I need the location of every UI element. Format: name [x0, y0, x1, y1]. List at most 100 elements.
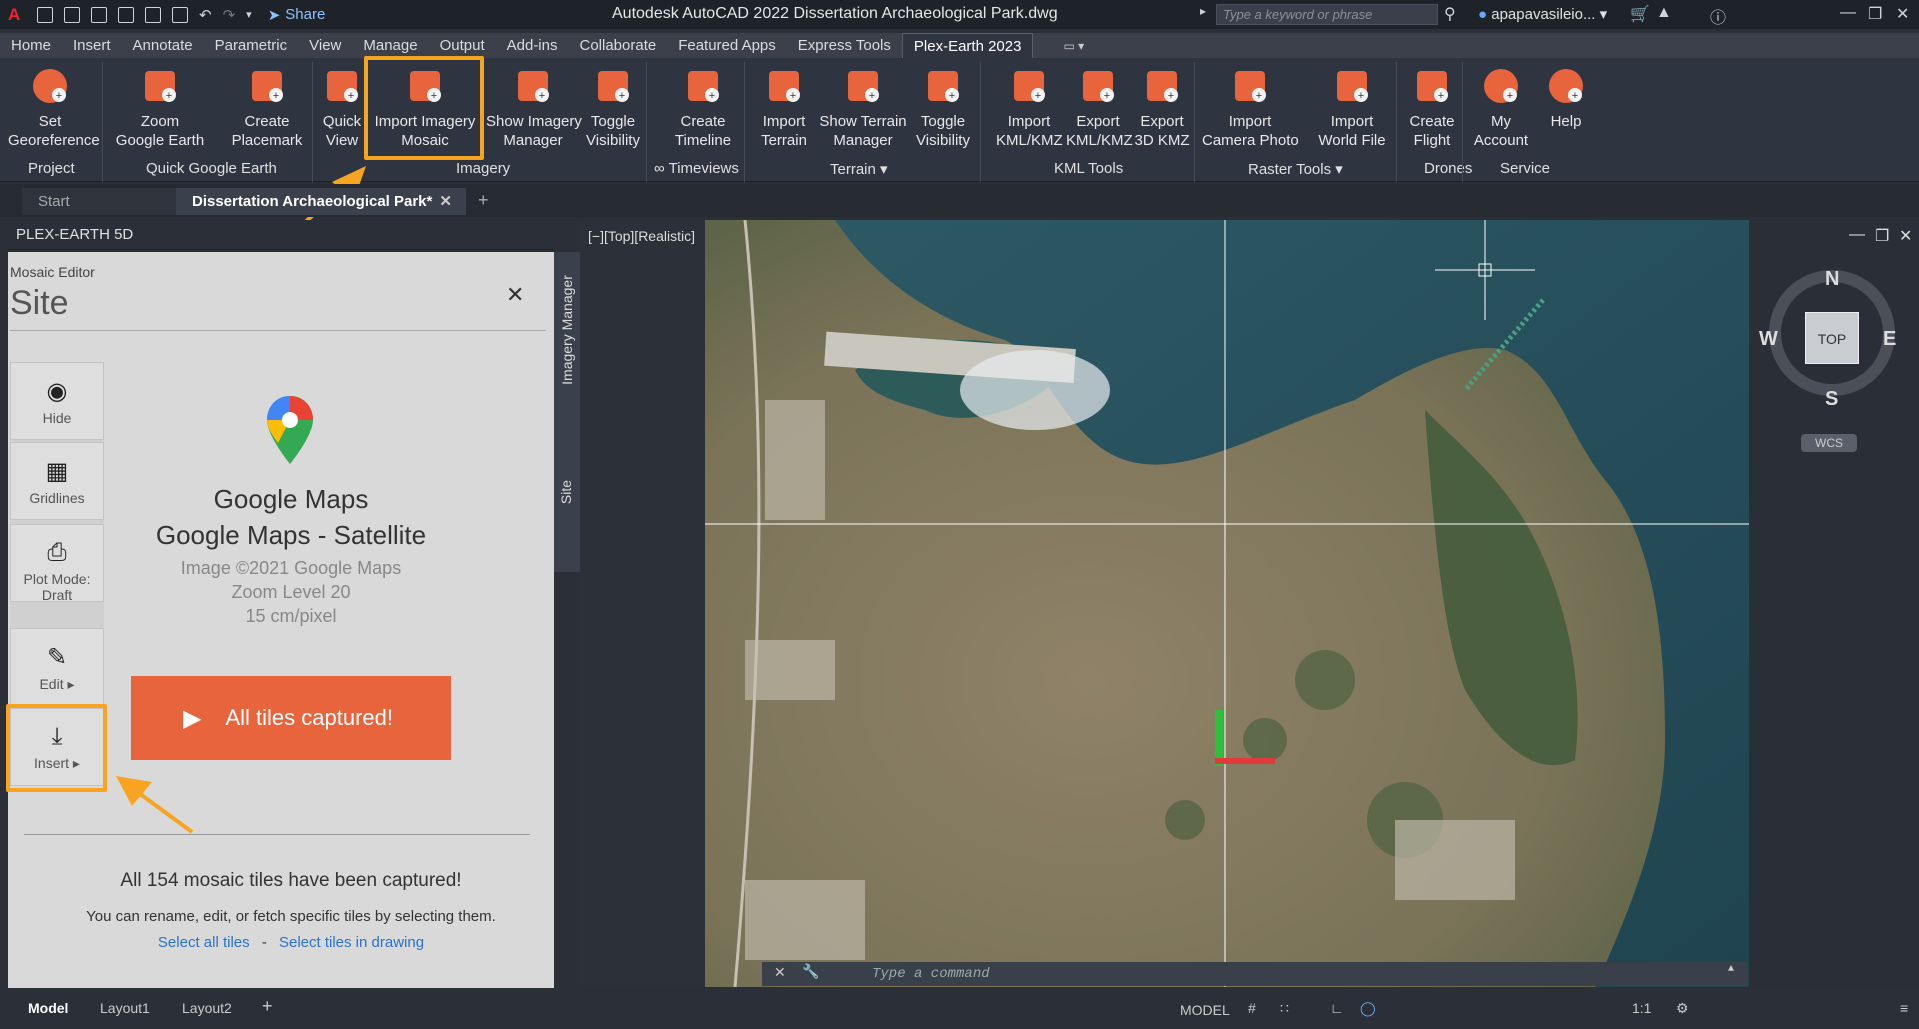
annotation-scale[interactable]: 1:1 [1632, 1000, 1651, 1016]
viewcube-top[interactable]: TOP [1805, 312, 1859, 364]
tab-layout2[interactable]: Layout2 [182, 1000, 232, 1016]
import-kml-button[interactable]: + Import KML/KMZ [996, 66, 1063, 150]
workspace-gear-icon[interactable]: ⚙ [1676, 1000, 1689, 1017]
connect-icon[interactable]: ▲ [1656, 4, 1672, 22]
account-button[interactable]: + My Account [1468, 66, 1534, 150]
viewport-restore-icon[interactable]: ❐ [1875, 226, 1889, 246]
cmd-history-icon[interactable]: ▲ [1728, 964, 1734, 975]
menu-tab-plex-earth-2023[interactable]: Plex-Earth 2023 [901, 33, 1034, 58]
menu-tab-annotate[interactable]: Annotate [122, 33, 204, 58]
tab-site[interactable]: Site [558, 472, 574, 512]
menu-tab-insert[interactable]: Insert [62, 33, 122, 58]
imagery-manager-button[interactable]: + Show Imagery Manager [486, 66, 582, 150]
camera-photo-button[interactable]: + Import Camera Photo [1202, 66, 1299, 150]
new-file-icon[interactable] [37, 6, 53, 23]
tab-document[interactable]: Dissertation Archaeological Park* ✕ [176, 188, 466, 215]
terrain-manager-button[interactable]: + Show Terrain Manager [816, 66, 910, 150]
customize-dropdown-icon[interactable]: ▾ [246, 8, 252, 21]
panel-label-0[interactable]: Project [28, 160, 75, 177]
print-icon[interactable] [172, 6, 188, 23]
quick-view-button[interactable]: + Quick View [320, 66, 364, 150]
save-as-icon[interactable] [118, 6, 134, 23]
ribbon-display-toggle-icon[interactable]: ▭ ▾ [1063, 39, 1084, 53]
help-button[interactable]: + Help [1544, 66, 1588, 131]
menu-tab-collaborate[interactable]: Collaborate [568, 33, 667, 58]
model-space-button[interactable]: MODEL [1180, 1002, 1230, 1018]
chevron-right-icon[interactable]: ▸ [1200, 4, 1206, 18]
panel-label-8[interactable]: Service [1500, 160, 1550, 177]
placemark-button[interactable]: + Create Placemark [222, 66, 312, 150]
command-input[interactable]: Type a command [872, 966, 990, 982]
tab-layout1[interactable]: Layout1 [100, 1000, 150, 1016]
tool-eye[interactable]: ◉ Hide [10, 362, 104, 440]
zoom-google-earth-button[interactable]: + Zoom Google Earth [108, 66, 212, 150]
close-cmd-icon[interactable]: ✕ [774, 964, 786, 981]
restore-window-icon[interactable]: ❐ [1868, 4, 1882, 24]
close-window-icon[interactable]: ✕ [1896, 4, 1909, 24]
menu-tab-express-tools[interactable]: Express Tools [787, 33, 902, 58]
redo-icon[interactable]: ↷ [223, 6, 236, 24]
panel-label-4[interactable]: Terrain ▾ [830, 160, 888, 178]
panel-label-1[interactable]: Quick Google Earth [146, 160, 277, 177]
world-file-button[interactable]: + Import World File [1310, 66, 1394, 150]
share-button[interactable]: ➤ Share [268, 6, 326, 24]
viewport-controls[interactable]: [−][Top][Realistic] [588, 228, 695, 244]
tab-start[interactable]: Start [22, 188, 176, 215]
polar-icon[interactable]: ◯ [1360, 1000, 1376, 1017]
grid-toggle-icon[interactable]: # [1248, 1000, 1256, 1016]
menu-tab-output[interactable]: Output [429, 33, 496, 58]
export-kml-button[interactable]: + Export KML/KMZ [1066, 66, 1133, 150]
search-icon[interactable]: ⚲ [1444, 4, 1456, 24]
select-all-tiles-link[interactable]: Select all tiles [158, 934, 250, 951]
tab-model[interactable]: Model [28, 1000, 68, 1016]
help-circle-icon[interactable]: ⓘ [1710, 4, 1726, 28]
minimize-window-icon[interactable]: — [1840, 4, 1856, 22]
wcs-menu[interactable]: WCS [1801, 434, 1857, 452]
customize-status-icon[interactable]: ≡ [1900, 1000, 1908, 1016]
satellite-imagery-viewport[interactable] [705, 220, 1749, 987]
panel-label-5[interactable]: KML Tools [1054, 160, 1123, 177]
open-file-icon[interactable] [64, 6, 80, 23]
user-account[interactable]: ● apapavasileio... ▾ [1478, 5, 1607, 23]
cart-icon[interactable]: 🛒 [1630, 4, 1650, 24]
search-input[interactable]: Type a keyword or phrase [1216, 4, 1438, 25]
tool-pencil[interactable]: ✎ Edit ▸ [10, 628, 104, 706]
close-tab-icon[interactable]: ✕ [439, 188, 452, 215]
viewport-close-icon[interactable]: ✕ [1899, 226, 1912, 246]
undo-icon[interactable]: ↶ [199, 6, 212, 24]
new-tab-icon[interactable]: + [478, 190, 489, 211]
save-icon[interactable] [91, 6, 107, 23]
add-layout-icon[interactable]: + [262, 996, 273, 1017]
zoom-level-text: Zoom Level 20 [231, 582, 351, 602]
export-3d-kmz-button[interactable]: + Export 3D KMZ [1130, 66, 1194, 150]
select-tiles-in-drawing-link[interactable]: Select tiles in drawing [279, 934, 424, 951]
wrench-icon[interactable]: 🔧 [802, 964, 819, 981]
menu-tab-featured-apps[interactable]: Featured Apps [667, 33, 787, 58]
command-line[interactable]: ✕ 🔧 Type a command ▲ [762, 962, 1748, 986]
panel-label-3[interactable]: ∞ Timeviews [654, 160, 739, 177]
snap-icon[interactable]: ∷ [1280, 1000, 1289, 1017]
georeference-button[interactable]: + Set Georeference [8, 66, 100, 150]
drone-button[interactable]: + Create Flight [1402, 66, 1462, 150]
timeline-button[interactable]: + Create Timeline [660, 66, 746, 150]
panel-label-2[interactable]: Imagery [456, 160, 510, 177]
menu-tab-home[interactable]: Home [0, 33, 62, 58]
viewport-minimize-icon[interactable]: — [1849, 226, 1865, 244]
close-panel-icon[interactable]: ✕ [506, 282, 524, 308]
menu-tab-parametric[interactable]: Parametric [204, 33, 299, 58]
panel-label-6[interactable]: Raster Tools ▾ [1248, 160, 1343, 178]
tab-imagery-manager[interactable]: Imagery Manager [559, 265, 575, 395]
import-terrain-button[interactable]: + Import Terrain [752, 66, 816, 150]
menu-tab-view[interactable]: View [298, 33, 352, 58]
capture-button[interactable]: ▶ All tiles captured! [131, 676, 451, 760]
account-icon: + [1481, 66, 1521, 106]
autocad-logo-icon[interactable]: A [8, 5, 26, 24]
plot-icon[interactable] [145, 6, 161, 23]
menu-tab-manage[interactable]: Manage [352, 33, 428, 58]
palette-title-bar[interactable]: PLEX-EARTH 5D [8, 220, 554, 250]
ortho-icon[interactable]: ∟ [1330, 1000, 1344, 1016]
toggle-visibility-button[interactable]: + Toggle Visibility [580, 66, 646, 150]
menu-tab-add-ins[interactable]: Add-ins [496, 33, 569, 58]
panel-label-7[interactable]: Drones [1424, 160, 1472, 177]
terrain-visibility-button[interactable]: + Toggle Visibility [910, 66, 976, 150]
